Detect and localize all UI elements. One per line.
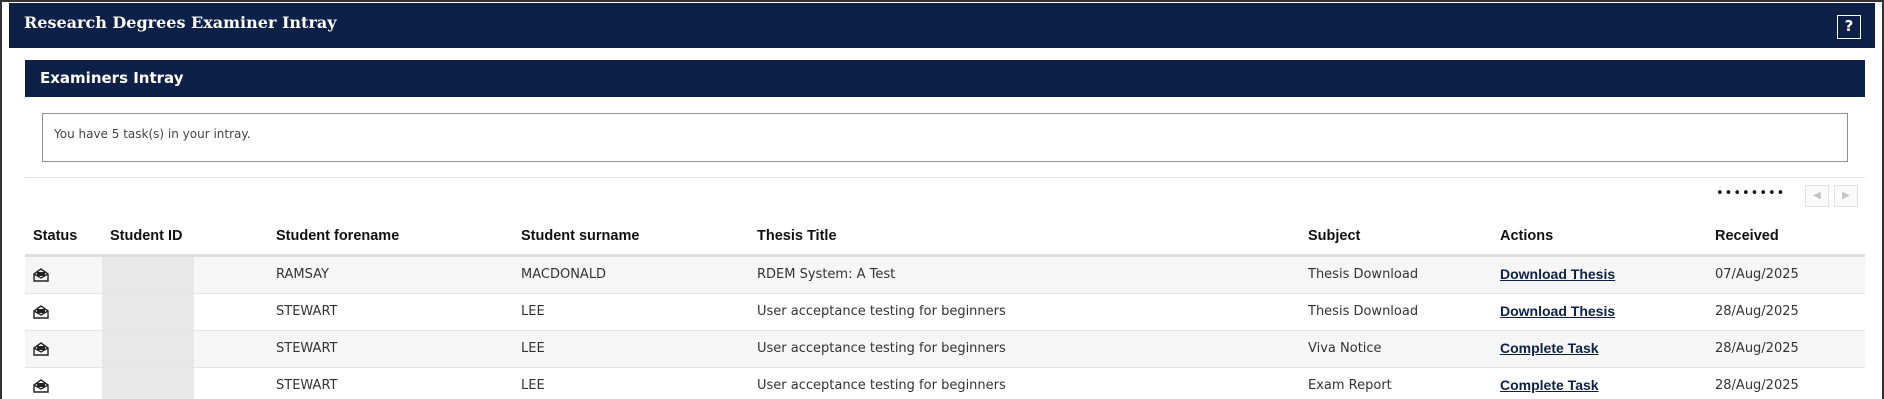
received-cell: 28/Aug/2025 <box>1707 293 1865 331</box>
panel-header: Examiners Intray <box>25 60 1865 97</box>
tasks-table: Status Student ID Student forename Stude… <box>25 218 1865 399</box>
status-cell <box>25 367 102 399</box>
column-header-thesis-title[interactable]: Thesis Title <box>749 218 1300 257</box>
surname-cell: MACDONALD <box>513 255 749 294</box>
status-cell <box>25 330 102 368</box>
student-id-cell <box>102 255 268 294</box>
complete-task-link[interactable]: Complete Task <box>1500 340 1599 356</box>
panel-title: Examiners Intray <box>40 69 184 87</box>
actions-cell: Download Thesis <box>1492 293 1707 331</box>
table-row[interactable]: STEWART LEE User acceptance testing for … <box>25 293 1865 331</box>
thesis-title-cell: RDEM System: A Test <box>749 255 1300 294</box>
status-cell <box>25 255 102 294</box>
chevron-left-icon[interactable]: ◀ <box>1805 185 1829 207</box>
surname-cell: LEE <box>513 367 749 399</box>
column-header-status[interactable]: Status <box>25 218 102 257</box>
column-header-received[interactable]: Received <box>1707 218 1865 257</box>
download-thesis-link[interactable]: Download Thesis <box>1500 266 1615 282</box>
received-cell: 07/Aug/2025 <box>1707 255 1865 294</box>
student-id-cell <box>102 367 268 399</box>
thesis-title-cell: User acceptance testing for beginners <box>749 367 1300 399</box>
received-cell: 28/Aug/2025 <box>1707 330 1865 368</box>
student-id-cell <box>102 293 268 331</box>
forename-cell: STEWART <box>268 330 513 368</box>
table-row[interactable]: STEWART LEE User acceptance testing for … <box>25 330 1865 368</box>
column-header-surname[interactable]: Student surname <box>513 218 749 257</box>
envelope-icon <box>33 267 49 282</box>
subject-cell: Viva Notice <box>1300 330 1492 368</box>
subject-cell: Thesis Download <box>1300 293 1492 331</box>
surname-cell: LEE <box>513 330 749 368</box>
column-header-subject[interactable]: Subject <box>1300 218 1492 257</box>
table-header-row: Status Student ID Student forename Stude… <box>25 218 1865 257</box>
intray-info-text: You have 5 task(s) in your intray. <box>54 127 251 141</box>
redacted-student-id <box>102 330 194 367</box>
column-header-forename[interactable]: Student forename <box>268 218 513 257</box>
column-header-actions: Actions <box>1492 218 1707 257</box>
chevron-right-icon[interactable]: ▶ <box>1834 185 1858 207</box>
column-header-student-id[interactable]: Student ID <box>102 218 268 257</box>
thesis-title-cell: User acceptance testing for beginners <box>749 293 1300 331</box>
intray-info-box: You have 5 task(s) in your intray. <box>42 113 1848 162</box>
surname-cell: LEE <box>513 293 749 331</box>
actions-cell: Complete Task <box>1492 330 1707 368</box>
table-row[interactable]: STEWART LEE User acceptance testing for … <box>25 367 1865 399</box>
envelope-icon <box>33 304 49 319</box>
app-title: Research Degrees Examiner Intray <box>24 13 337 32</box>
received-cell: 28/Aug/2025 <box>1707 367 1865 399</box>
forename-cell: RAMSAY <box>268 255 513 294</box>
actions-cell: Download Thesis <box>1492 255 1707 294</box>
student-id-cell <box>102 330 268 368</box>
forename-cell: STEWART <box>268 293 513 331</box>
complete-task-link[interactable]: Complete Task <box>1500 377 1599 393</box>
actions-cell: Complete Task <box>1492 367 1707 399</box>
envelope-icon <box>33 341 49 356</box>
table-row[interactable]: RAMSAY MACDONALD RDEM System: A Test The… <box>25 255 1865 294</box>
status-cell <box>25 293 102 331</box>
redacted-student-id <box>102 256 194 293</box>
thesis-title-cell: User acceptance testing for beginners <box>749 330 1300 368</box>
forename-cell: STEWART <box>268 367 513 399</box>
divider <box>25 177 1865 178</box>
redacted-student-id <box>102 293 194 330</box>
help-button[interactable]: ? <box>1837 15 1861 39</box>
subject-cell: Exam Report <box>1300 367 1492 399</box>
download-thesis-link[interactable]: Download Thesis <box>1500 303 1615 319</box>
subject-cell: Thesis Download <box>1300 255 1492 294</box>
redacted-student-id <box>102 367 194 399</box>
pager-dots[interactable]: •••••••• <box>1716 186 1785 201</box>
envelope-icon <box>33 378 49 393</box>
app-header: Research Degrees Examiner Intray ? <box>9 3 1875 48</box>
